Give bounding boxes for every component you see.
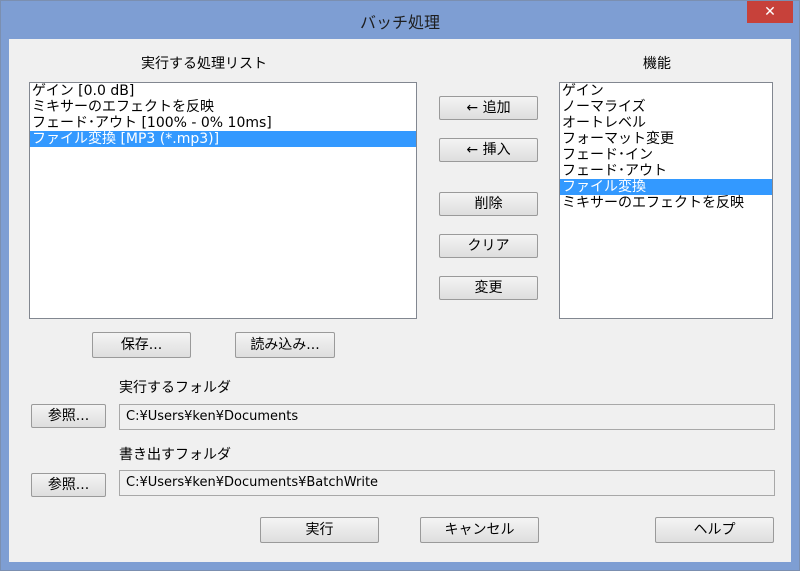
list-item[interactable]: フェード･イン xyxy=(560,147,772,163)
change-button[interactable]: 変更 xyxy=(439,276,538,300)
exec-folder-field[interactable]: C:¥Users¥ken¥Documents xyxy=(119,404,775,430)
list-item[interactable]: ミキサーのエフェクトを反映 xyxy=(30,99,416,115)
cancel-button[interactable]: キャンセル xyxy=(420,517,539,543)
delete-button[interactable]: 削除 xyxy=(439,192,538,216)
list-item[interactable]: ミキサーのエフェクトを反映 xyxy=(560,195,772,211)
list-item[interactable]: ファイル変換 xyxy=(560,179,772,195)
help-button[interactable]: ヘルプ xyxy=(655,517,774,543)
close-icon: ✕ xyxy=(764,4,776,20)
dialog-body: 実行する処理リスト ゲイン [0.0 dB] ミキサーのエフェクトを反映 フェード･… xyxy=(9,39,791,562)
run-button[interactable]: 実行 xyxy=(260,517,379,543)
list-item[interactable]: ノーマライズ xyxy=(560,99,772,115)
insert-button[interactable]: ← 挿入 xyxy=(439,138,538,162)
list-item[interactable]: ファイル変換 [MP3 (*.mp3)] xyxy=(30,131,416,147)
functions-list[interactable]: ゲイン ノーマライズ オートレベル フォーマット変更 フェード･イン フェード･アウト ファ… xyxy=(559,82,773,319)
write-folder-field[interactable]: C:¥Users¥ken¥Documents¥BatchWrite xyxy=(119,470,775,496)
exec-folder-label: 実行するフォルダ xyxy=(119,380,231,396)
save-button[interactable]: 保存... xyxy=(92,332,191,358)
list-item[interactable]: ゲイン xyxy=(560,83,772,99)
clear-button[interactable]: クリア xyxy=(439,234,538,258)
window-title: バッチ処理 xyxy=(359,13,440,32)
load-button[interactable]: 読み込み... xyxy=(235,332,335,358)
list-item[interactable]: フォーマット変更 xyxy=(560,131,772,147)
add-button[interactable]: ← 追加 xyxy=(439,96,538,120)
write-folder-label: 書き出すフォルダ xyxy=(119,447,231,463)
list-item[interactable]: オートレベル xyxy=(560,115,772,131)
list-item[interactable]: ゲイン [0.0 dB] xyxy=(30,83,416,99)
functions-label: 機能 xyxy=(643,56,671,72)
exec-folder-browse-button[interactable]: 参照... xyxy=(31,404,106,428)
list-item[interactable]: フェード･アウト xyxy=(560,163,772,179)
write-folder-browse-button[interactable]: 参照... xyxy=(31,473,106,497)
close-button[interactable]: ✕ xyxy=(747,1,793,23)
list-item[interactable]: フェード･アウト [100% - 0% 10ms] xyxy=(30,115,416,131)
process-list-label: 実行する処理リスト xyxy=(141,56,267,72)
title-bar[interactable]: バッチ処理 ✕ xyxy=(1,1,799,39)
process-list[interactable]: ゲイン [0.0 dB] ミキサーのエフェクトを反映 フェード･アウト [100% … xyxy=(29,82,417,319)
batch-window: バッチ処理 ✕ 実行する処理リスト ゲイン [0.0 dB] ミキサーのエフェクト… xyxy=(0,0,800,571)
